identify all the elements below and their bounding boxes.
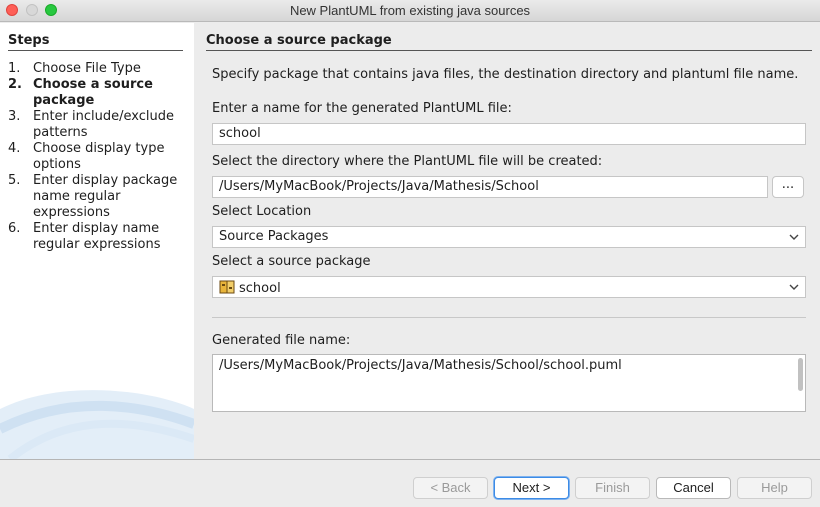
step-item: 5. Enter display package name regular ex…: [8, 173, 194, 221]
decorative-swoosh: [0, 390, 194, 459]
generated-file-output: /Users/MyMacBook/Projects/Java/Mathesis/…: [212, 354, 806, 412]
step-number: 3.: [8, 109, 21, 124]
directory-input[interactable]: /Users/MyMacBook/Projects/Java/Mathesis/…: [212, 176, 768, 198]
generated-file-label: Generated file name:: [212, 333, 351, 348]
steps-panel: Steps 1. Choose File Type 2. Choose a so…: [0, 23, 194, 459]
package-icon: [219, 280, 235, 294]
step-number: 6.: [8, 221, 21, 236]
window-title: New PlantUML from existing java sources: [289, 3, 531, 18]
source-package-label: Select a source package: [212, 254, 371, 269]
step-number: 2.: [8, 77, 22, 92]
browse-button[interactable]: ...: [772, 176, 804, 198]
steps-heading: Steps: [8, 33, 183, 51]
location-select-value: Source Packages: [219, 229, 329, 244]
cancel-button[interactable]: Cancel: [656, 477, 731, 499]
step-label: Choose a source package: [33, 77, 153, 108]
section-title: Choose a source package: [206, 33, 812, 51]
directory-label: Select the directory where the PlantUML …: [212, 154, 603, 169]
step-item: 6. Enter display name regular expression…: [8, 221, 194, 253]
location-select[interactable]: Source Packages: [212, 226, 806, 248]
step-number: 4.: [8, 141, 21, 156]
source-package-value: school: [239, 281, 281, 296]
steps-list: 1. Choose File Type 2. Choose a source p…: [8, 61, 194, 253]
location-label: Select Location: [212, 204, 312, 219]
step-item: 1. Choose File Type: [8, 61, 194, 77]
step-number: 5.: [8, 173, 21, 188]
wizard-window: New PlantUML from existing java sources …: [0, 0, 820, 507]
step-number: 1.: [8, 61, 21, 76]
next-button[interactable]: Next >: [494, 477, 569, 499]
scrollbar-thumb[interactable]: [798, 358, 803, 391]
chevron-down-icon: [789, 284, 799, 290]
help-button[interactable]: Help: [737, 477, 812, 499]
source-package-select[interactable]: school: [212, 276, 806, 298]
file-name-label: Enter a name for the generated PlantUML …: [212, 101, 512, 116]
step-item-current: 2. Choose a source package: [8, 77, 194, 109]
back-button[interactable]: < Back: [413, 477, 488, 499]
wizard-content: Choose a source package Specify package …: [194, 23, 820, 459]
description-text: Specify package that contains java files…: [212, 67, 799, 82]
generated-file-value: /Users/MyMacBook/Projects/Java/Mathesis/…: [219, 358, 622, 373]
finish-button[interactable]: Finish: [575, 477, 650, 499]
step-label: Enter include/exclude patterns: [33, 109, 174, 140]
title-bar[interactable]: New PlantUML from existing java sources: [0, 0, 820, 22]
step-item: 3. Enter include/exclude patterns: [8, 109, 194, 141]
step-label: Enter display package name regular expre…: [33, 173, 178, 220]
divider: [212, 317, 806, 318]
step-label: Enter display name regular expressions: [33, 221, 161, 252]
step-label: Choose display type options: [33, 141, 165, 172]
step-label: Choose File Type: [33, 61, 141, 76]
chevron-down-icon: [789, 234, 799, 240]
footer-divider: [0, 459, 820, 460]
step-item: 4. Choose display type options: [8, 141, 194, 173]
file-name-input[interactable]: school: [212, 123, 806, 145]
